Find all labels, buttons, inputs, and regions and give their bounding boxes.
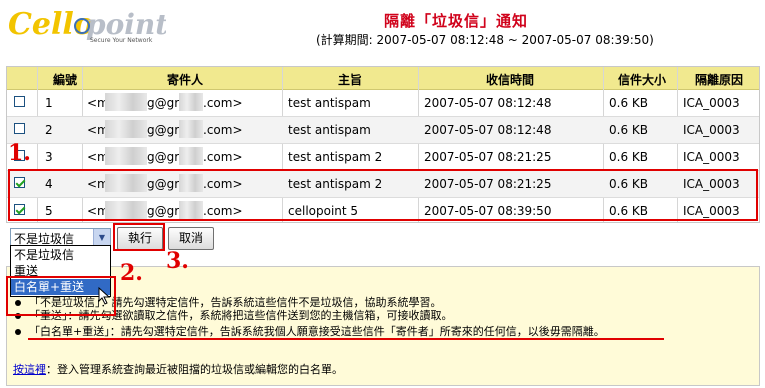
footer-line: 按這裡：登入管理系統查詢最近被阻擋的垃圾信或編輯您的白名單。 bbox=[13, 361, 343, 377]
col-sender: 寄件人 bbox=[167, 73, 204, 87]
row-sender-suffix: .com> bbox=[203, 96, 243, 110]
col-size: 信件大小 bbox=[618, 73, 667, 87]
period-text: (計算期間: 2007-05-07 08:12:48 ~ 2007-05-07 … bbox=[316, 33, 654, 47]
row-time: 2007-05-07 08:12:48 bbox=[424, 123, 552, 137]
option-not-spam[interactable]: 不是垃圾信 bbox=[11, 247, 110, 263]
col-time: 收信時間 bbox=[486, 73, 535, 87]
highlight-run-button bbox=[113, 223, 165, 251]
row-subject: test antispam 2 bbox=[288, 150, 383, 164]
col-subject: 主旨 bbox=[338, 73, 363, 87]
step-3-label: 3. bbox=[166, 248, 189, 274]
row-checkbox[interactable] bbox=[14, 96, 25, 107]
row-time: 2007-05-07 08:21:25 bbox=[424, 150, 552, 164]
row-time: 2007-05-07 08:12:48 bbox=[424, 96, 552, 110]
row-size: 0.6 KB bbox=[609, 150, 648, 164]
col-no: 編號 bbox=[53, 73, 78, 87]
blurred-text bbox=[179, 147, 203, 165]
blurred-text bbox=[105, 147, 147, 165]
row-subject: test antispam bbox=[288, 123, 371, 137]
underline-annotation bbox=[28, 338, 664, 340]
table-row: 2 <m g@gr .com> test antispam 2007-05-07… bbox=[7, 117, 759, 144]
row-no: 3 bbox=[45, 150, 53, 164]
blurred-text bbox=[179, 93, 203, 111]
row-reason: ICA_0003 bbox=[683, 96, 740, 110]
row-size: 0.6 KB bbox=[609, 123, 648, 137]
svg-text:Cello: Cello bbox=[8, 7, 94, 42]
row-sender-suffix: .com> bbox=[203, 123, 243, 137]
table-row: 3 <m g@gr .com> test antispam 2 2007-05-… bbox=[7, 144, 759, 171]
chevron-down-icon[interactable]: ▼ bbox=[93, 229, 110, 246]
row-no: 2 bbox=[45, 123, 53, 137]
row-sender-suffix: .com> bbox=[203, 150, 243, 164]
blurred-text bbox=[179, 120, 203, 138]
row-size: 0.6 KB bbox=[609, 96, 648, 110]
row-checkbox[interactable] bbox=[14, 123, 25, 134]
cellopoint-logo: Cello point Secure Your Network bbox=[6, 4, 168, 50]
click-here-link[interactable]: 按這裡 bbox=[13, 363, 46, 376]
row-sender-mid: g@gr bbox=[147, 96, 180, 110]
row-reason: ICA_0003 bbox=[683, 150, 740, 164]
row-subject: test antispam bbox=[288, 96, 371, 110]
table-row: 1 <m g@gr .com> test antispam 2007-05-07… bbox=[7, 90, 759, 117]
row-sender-mid: g@gr bbox=[147, 150, 180, 164]
highlight-whitelist-option bbox=[6, 276, 116, 316]
logo-tagline: Secure Your Network bbox=[90, 37, 153, 44]
row-no: 1 bbox=[45, 96, 53, 110]
highlight-checked-rows bbox=[8, 169, 758, 221]
row-sender-mid: g@gr bbox=[147, 123, 180, 137]
step-2-label: 2. bbox=[120, 260, 143, 286]
blurred-text bbox=[105, 120, 147, 138]
note-whitelist-resend: 「白名單+重送」：請先勾選特定信件，告訴系統我個人願意接受這些信件「寄件者」所寄… bbox=[29, 325, 605, 338]
row-reason: ICA_0003 bbox=[683, 123, 740, 137]
step-1-label: 1. bbox=[8, 140, 31, 166]
table-header: 編號 寄件人 主旨 收信時間 信件大小 隔離原因 bbox=[7, 67, 759, 90]
footer-text: ：登入管理系統查詢最近被阻擋的垃圾信或編輯您的白名單。 bbox=[46, 363, 343, 376]
bullet bbox=[15, 329, 21, 335]
page-title: 隔離「垃圾信」通知 bbox=[384, 12, 529, 30]
blurred-text bbox=[105, 93, 147, 111]
cancel-button[interactable]: 取消 bbox=[168, 227, 214, 250]
col-reason: 隔離原因 bbox=[695, 73, 744, 87]
